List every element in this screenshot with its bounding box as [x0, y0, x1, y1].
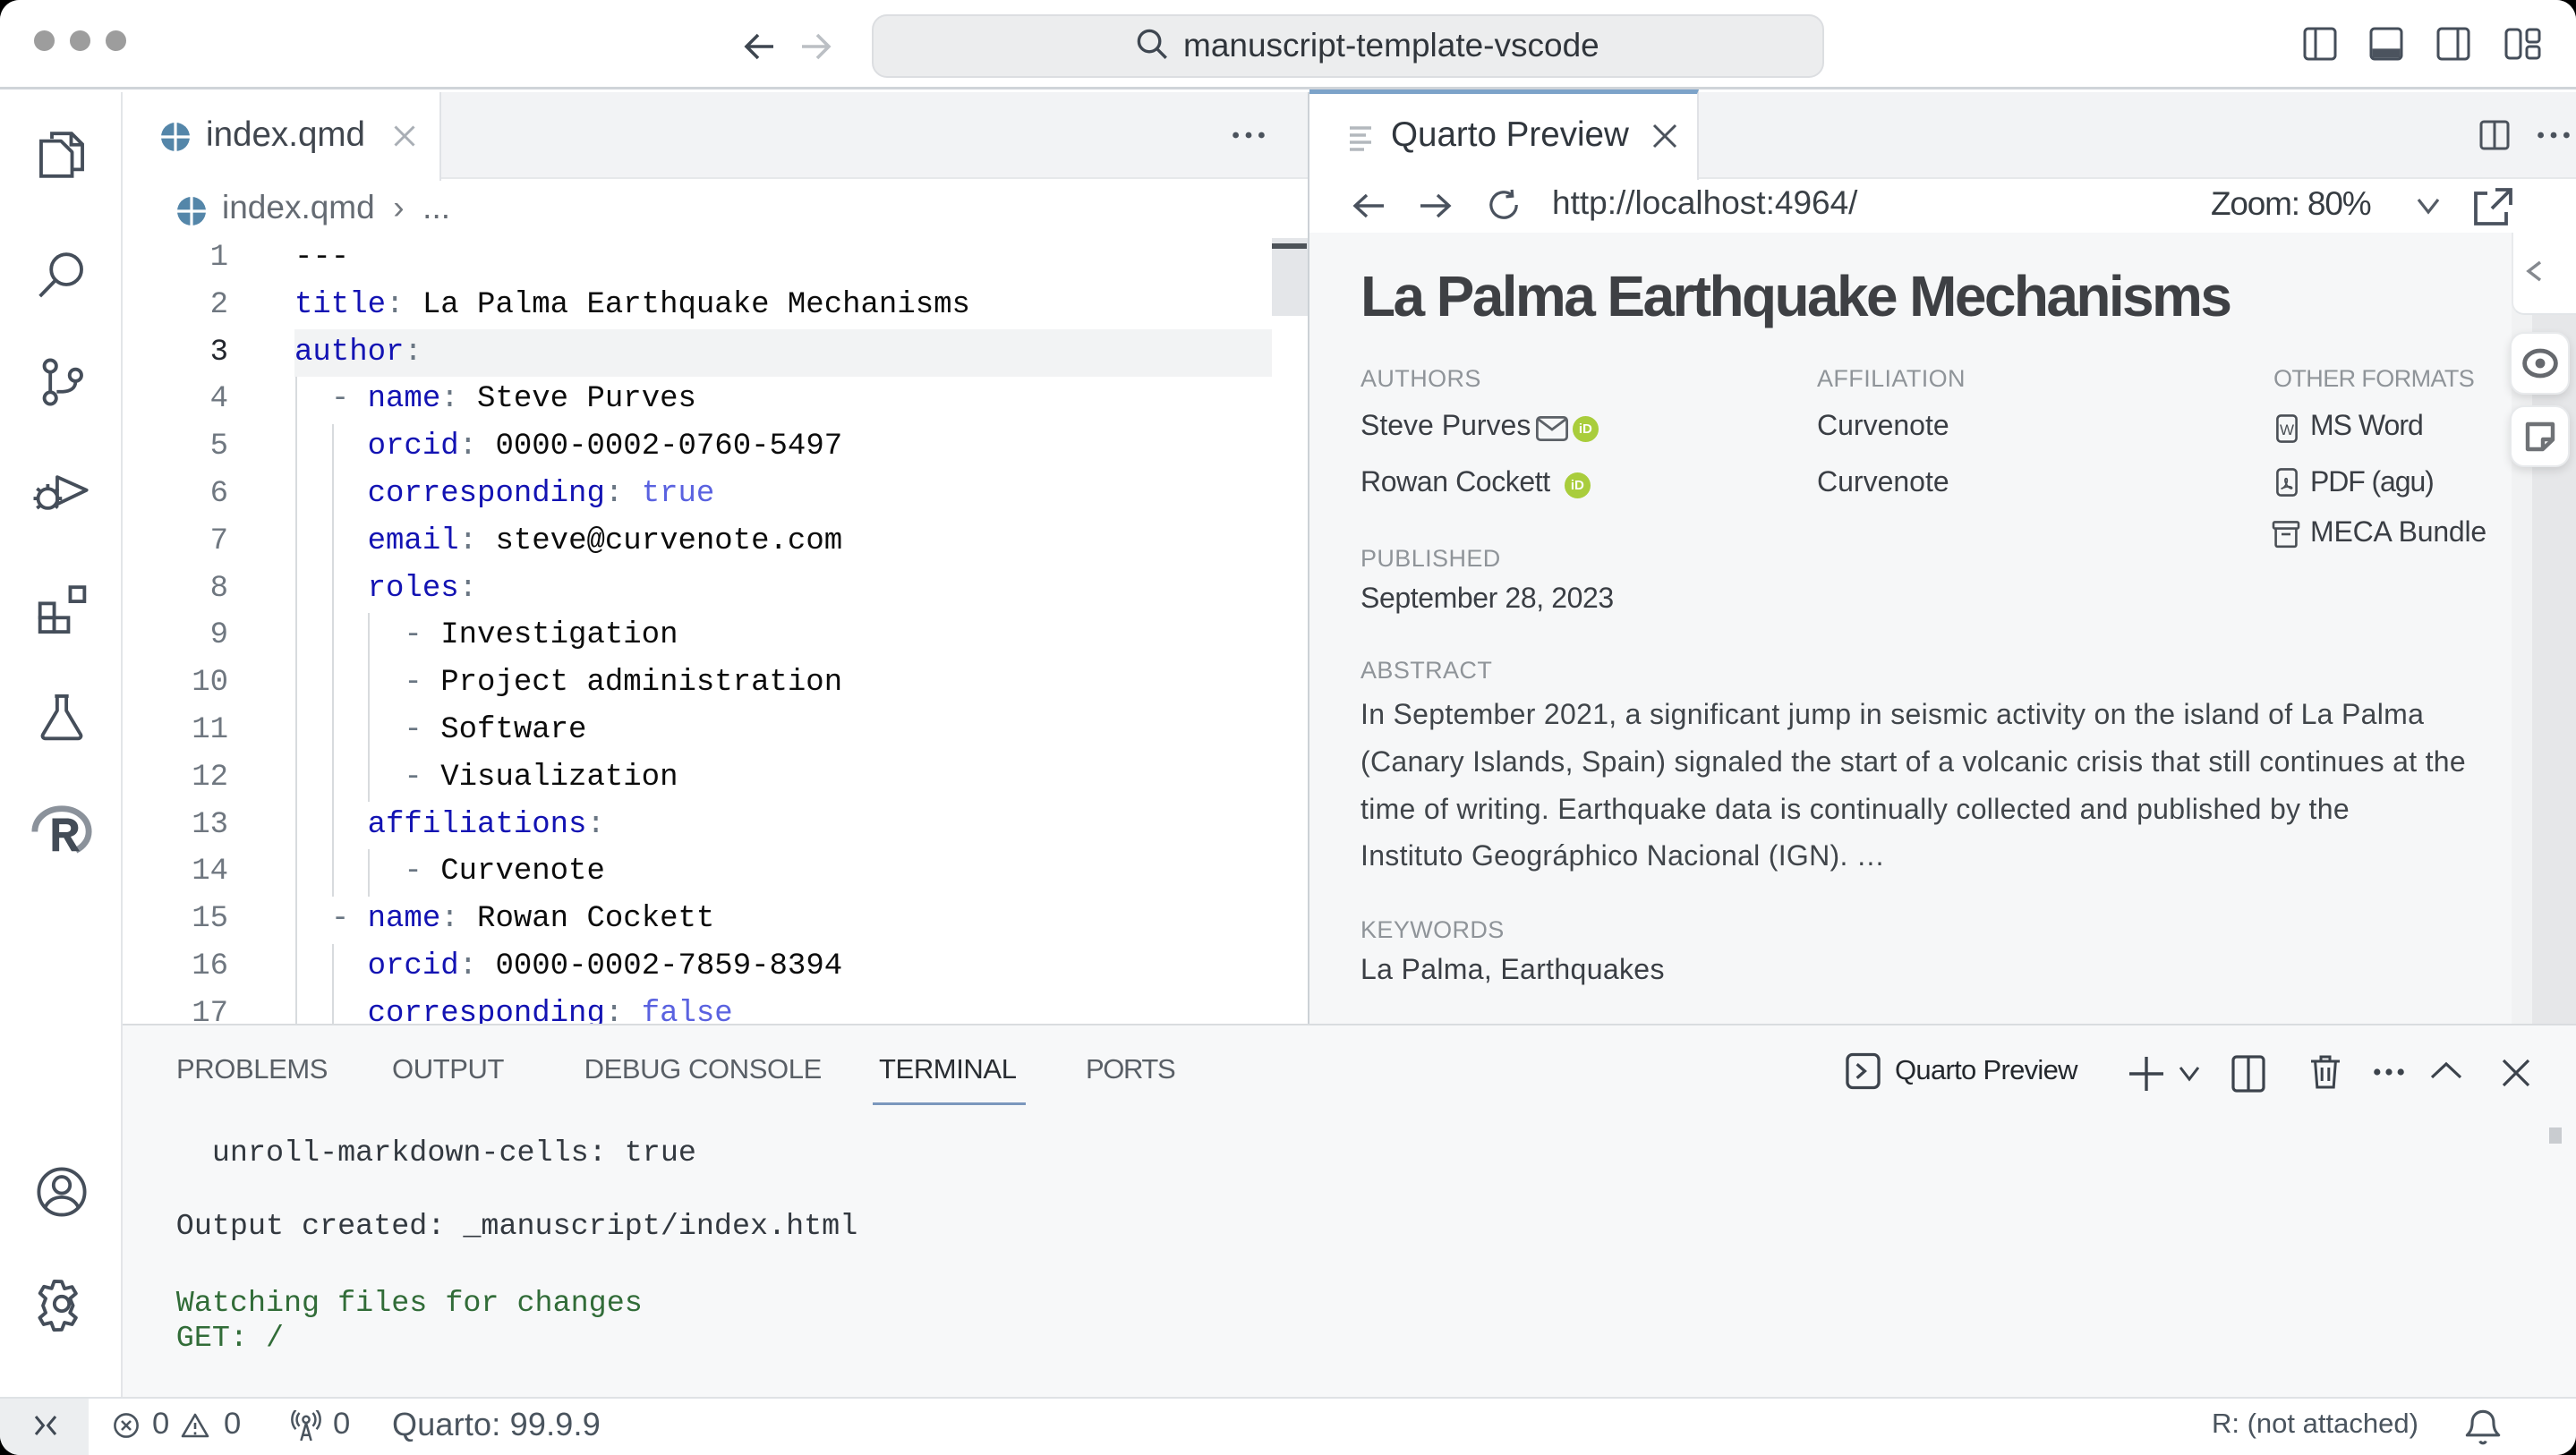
svg-text:W: W — [2280, 421, 2294, 438]
